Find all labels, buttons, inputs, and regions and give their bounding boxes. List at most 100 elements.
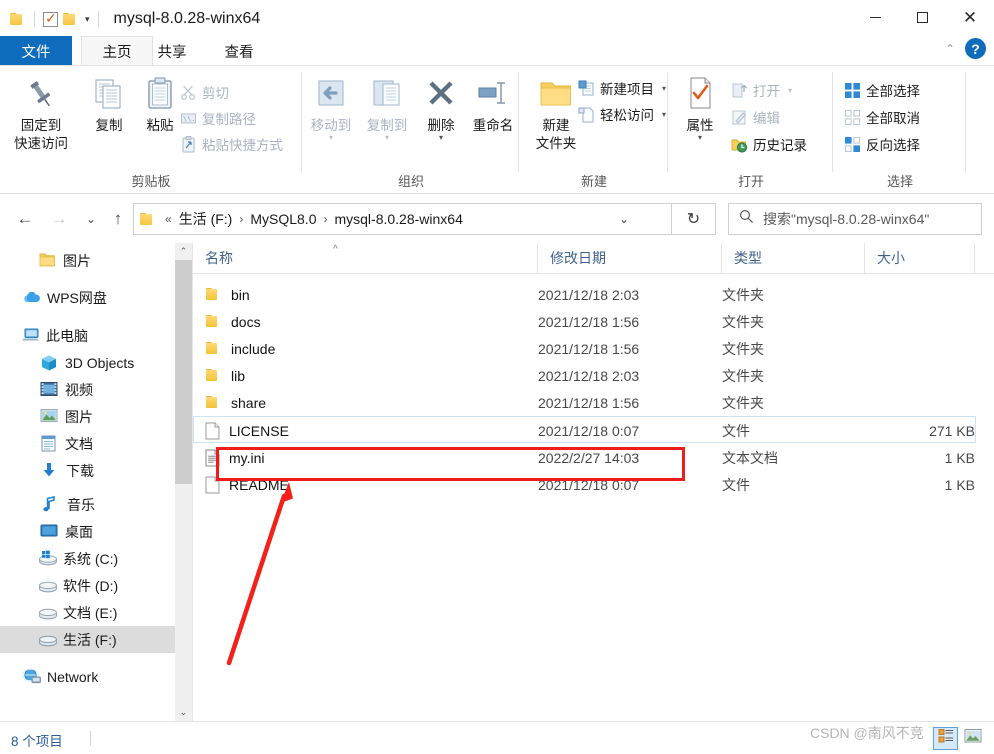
cut-button[interactable]: 剪切 (180, 82, 229, 102)
copy-to-button[interactable]: 复制到 ▾ (359, 72, 415, 142)
move-to-button[interactable]: 移动到 ▾ (303, 72, 359, 142)
breadcrumb-item-mysql80[interactable]: MySQL8.0 (248, 211, 318, 227)
file-type: 文件夹 (722, 367, 764, 384)
pin-to-quick-access-button[interactable]: 固定到 快速访问 (4, 72, 78, 152)
refresh-button[interactable]: ↻ (672, 203, 716, 235)
sidebar-item-pictures-qa[interactable]: 图片 (0, 247, 175, 274)
large-icons-view-button[interactable] (960, 727, 985, 750)
easy-access-button[interactable]: 轻松访问 ▾ (578, 104, 666, 124)
chevron-up-icon: ⌃ (179, 246, 188, 256)
column-type-label: 类型 (734, 250, 762, 266)
sidebar-item-documents[interactable]: 文档 (0, 430, 175, 457)
sidebar-item-drive-e[interactable]: 文档 (E:) (0, 599, 175, 626)
history-button[interactable]: 历史记录 (731, 134, 807, 154)
column-size[interactable]: 大小 (865, 243, 975, 273)
breadcrumb-separator[interactable]: › (236, 212, 246, 226)
edit-button[interactable]: 编辑 (731, 107, 780, 127)
sidebar-item-label: 此电脑 (46, 327, 88, 344)
select-none-button[interactable]: 全部取消 (844, 107, 920, 127)
up-button[interactable]: ↑ (107, 208, 129, 230)
search-input[interactable]: 搜索"mysql-8.0.28-winx64" (763, 209, 929, 229)
table-row[interactable]: share 2021/12/18 1:56 文件夹 (193, 389, 994, 416)
sidebar-item-videos[interactable]: 视频 (0, 376, 175, 403)
navigation-pane-scrollbar[interactable]: ⌃ ⌄ (175, 243, 192, 721)
divider (34, 11, 35, 27)
breadcrumb-path-bar[interactable]: « 生活 (F:) › MySQL8.0 › mysql-8.0.28-winx… (133, 203, 672, 235)
tab-view[interactable]: 查看 (203, 36, 275, 66)
tab-file[interactable]: 文件 (0, 36, 72, 66)
forward-button[interactable]: → (48, 208, 70, 230)
folder-icon[interactable] (10, 12, 26, 26)
sidebar-item-pictures[interactable]: 图片 (0, 403, 175, 430)
new-item-button[interactable]: 新建项目 ▾ (578, 78, 666, 98)
file-size (793, 362, 975, 389)
column-name[interactable]: ^ 名称 (193, 243, 538, 273)
table-row[interactable]: README 2021/12/18 0:07 文件 1 KB (193, 471, 994, 498)
scrollbar-thumb[interactable] (175, 260, 192, 484)
table-row[interactable]: include 2021/12/18 1:56 文件夹 (193, 335, 994, 362)
scroll-down-button[interactable]: ⌄ (175, 704, 192, 721)
help-icon[interactable]: ? (965, 38, 986, 59)
sidebar-item-drive-d[interactable]: 软件 (D:) (0, 572, 175, 599)
sidebar-item-3d-objects[interactable]: 3D Objects (0, 349, 175, 376)
sidebar-item-label: 下载 (66, 462, 94, 479)
table-row[interactable]: LICENSE 2021/12/18 0:07 文件 271 KB (193, 416, 976, 443)
sidebar-item-this-pc[interactable]: 此电脑 (0, 322, 175, 349)
properties-check-icon[interactable] (43, 9, 58, 27)
breadcrumb-item-drive[interactable]: 生活 (F:) (177, 209, 235, 229)
group-divider (301, 72, 302, 172)
column-type[interactable]: 类型 (722, 243, 865, 273)
recent-locations-button[interactable]: ⌄ (80, 208, 102, 230)
new-folder-button[interactable]: 新建 文件夹 (528, 72, 584, 152)
chevron-up-icon[interactable]: ⌃ (945, 42, 955, 56)
sidebar-item-network[interactable]: Network (0, 663, 175, 690)
search-box[interactable]: 搜索"mysql-8.0.28-winx64" (728, 203, 982, 235)
delete-button[interactable]: 删除 ▾ (415, 72, 467, 142)
sidebar-item-downloads[interactable]: 下载 (0, 457, 175, 484)
window-title: mysql-8.0.28-winx64 (113, 10, 261, 27)
new-folder-icon[interactable] (63, 12, 79, 26)
file-size: 271 KB (929, 422, 975, 439)
open-button[interactable]: 打开 ▾ (731, 80, 792, 100)
invert-selection-button[interactable]: 反向选择 (844, 134, 920, 154)
sidebar-item-wps-cloud[interactable]: WPS网盘 (0, 284, 175, 311)
sidebar-item-desktop[interactable]: 桌面 (0, 518, 175, 545)
maximize-button[interactable] (899, 0, 946, 34)
sidebar-item-drive-f[interactable]: 生活 (F:) (0, 626, 175, 653)
table-row[interactable]: docs 2021/12/18 1:56 文件夹 (193, 308, 994, 335)
minimize-button[interactable] (852, 0, 899, 34)
sidebar-item-label: 音乐 (67, 496, 95, 513)
table-row[interactable]: bin 2021/12/18 2:03 文件夹 (193, 281, 994, 308)
path-overflow-icon[interactable]: « (162, 212, 175, 226)
back-button[interactable]: ← (14, 208, 36, 230)
file-list-pane: ^ 名称 修改日期 类型 大小 bin 2021/12/18 2:03 文件夹 (193, 243, 994, 721)
file-name-cell: my.ini (205, 444, 265, 471)
copy-path-button[interactable]: \\.. 复制路径 (180, 108, 256, 128)
invert-selection-label: 反向选择 (866, 138, 920, 153)
file-name: README (229, 476, 289, 493)
downloads-icon (41, 462, 59, 480)
scroll-up-button[interactable]: ⌃ (175, 243, 192, 260)
paste-shortcut-button[interactable]: 粘贴快捷方式 (180, 134, 283, 154)
tab-share[interactable]: 共享 (136, 36, 208, 66)
group-divider (667, 72, 668, 172)
file-name: lib (231, 367, 246, 384)
close-button[interactable]: ✕ (946, 0, 994, 34)
copy-to-icon (368, 72, 406, 116)
rename-button[interactable]: 重命名 (467, 72, 519, 134)
breadcrumb-item-current[interactable]: mysql-8.0.28-winx64 (332, 211, 464, 227)
window-controls: ✕ (852, 0, 994, 34)
drive-icon (38, 577, 57, 595)
file-date: 2021/12/18 1:56 (538, 394, 640, 411)
sidebar-item-drive-c[interactable]: 系统 (C:) (0, 545, 175, 572)
select-all-button[interactable]: 全部选择 (844, 80, 920, 100)
customize-caret-icon[interactable]: ▾ (85, 14, 90, 24)
properties-button[interactable]: 属性 ▾ (674, 72, 726, 142)
column-date-modified[interactable]: 修改日期 (538, 243, 722, 273)
table-row[interactable]: my.ini 2022/2/27 14:03 文本文档 1 KB (193, 444, 994, 471)
chevron-down-icon[interactable]: ⌄ (609, 204, 639, 234)
details-view-button[interactable] (933, 727, 958, 750)
breadcrumb-separator[interactable]: › (320, 212, 330, 226)
sidebar-item-music[interactable]: 音乐 (0, 491, 175, 518)
table-row[interactable]: lib 2021/12/18 2:03 文件夹 (193, 362, 994, 389)
